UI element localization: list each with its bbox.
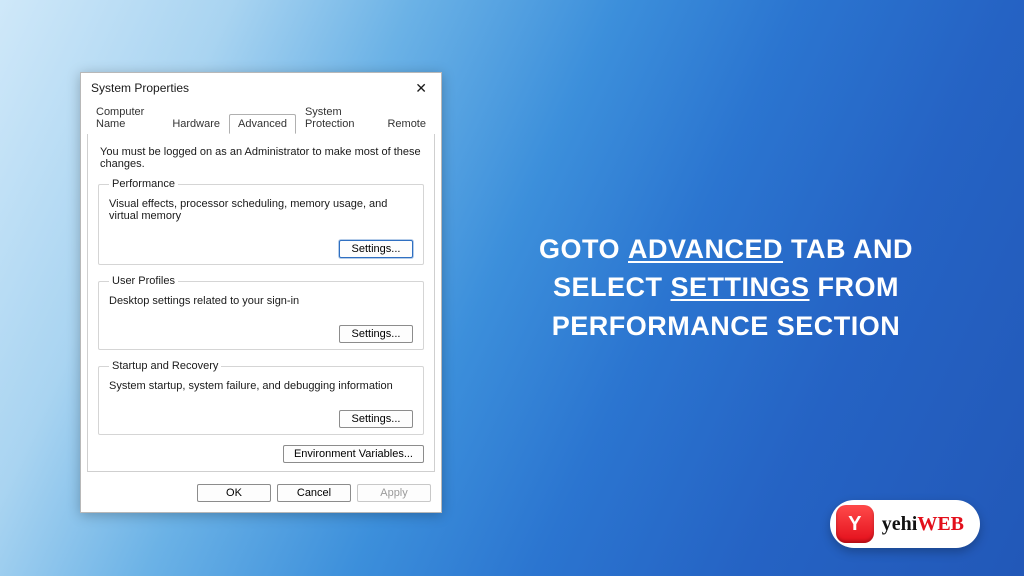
close-icon[interactable]: ✕	[409, 79, 433, 97]
instruction-underline-advanced: ADVANCED	[628, 234, 783, 264]
tab-advanced[interactable]: Advanced	[229, 114, 296, 134]
brand-logo: Y yehiWEB	[830, 500, 980, 548]
user-profiles-desc: Desktop settings related to your sign-in	[109, 295, 413, 307]
performance-legend: Performance	[109, 178, 178, 190]
performance-settings-button[interactable]: Settings...	[339, 240, 413, 258]
startup-recovery-settings-button[interactable]: Settings...	[339, 410, 413, 428]
ok-button[interactable]: OK	[197, 484, 271, 502]
system-properties-dialog: System Properties ✕ Computer Name Hardwa…	[80, 72, 442, 513]
brand-word-yehi: yehi	[882, 513, 918, 535]
performance-group: Performance Visual effects, processor sc…	[98, 178, 424, 265]
tab-strip: Computer Name Hardware Advanced System P…	[81, 101, 441, 133]
instruction-line-3: PERFORMANCE SECTION	[498, 307, 954, 345]
environment-variables-button[interactable]: Environment Variables...	[283, 445, 424, 463]
startup-recovery-group: Startup and Recovery System startup, sys…	[98, 360, 424, 435]
instruction-pre-1: GOTO	[539, 234, 628, 264]
tab-computer-name[interactable]: Computer Name	[87, 102, 163, 134]
instruction-post-1: TAB AND	[783, 234, 913, 264]
cancel-button[interactable]: Cancel	[277, 484, 351, 502]
instruction-underline-settings: SETTINGS	[671, 272, 810, 302]
dialog-action-bar: OK Cancel Apply	[81, 478, 441, 512]
tab-hardware[interactable]: Hardware	[163, 114, 229, 134]
apply-button[interactable]: Apply	[357, 484, 431, 502]
user-profiles-settings-button[interactable]: Settings...	[339, 325, 413, 343]
brand-badge-icon: Y	[836, 505, 874, 543]
instruction-post-2: FROM	[810, 272, 900, 302]
tab-system-protection[interactable]: System Protection	[296, 102, 379, 134]
user-profiles-group: User Profiles Desktop settings related t…	[98, 275, 424, 350]
instruction-text: GOTO ADVANCED TAB AND SELECT SETTINGS FR…	[498, 230, 954, 345]
brand-wordmark: yehiWEB	[882, 513, 964, 536]
startup-recovery-legend: Startup and Recovery	[109, 360, 221, 372]
admin-note: You must be logged on as an Administrato…	[100, 146, 422, 170]
startup-recovery-desc: System startup, system failure, and debu…	[109, 380, 413, 392]
performance-desc: Visual effects, processor scheduling, me…	[109, 198, 413, 222]
titlebar: System Properties ✕	[81, 73, 441, 101]
instruction-pre-2: SELECT	[553, 272, 671, 302]
advanced-tab-body: You must be logged on as an Administrato…	[87, 133, 435, 472]
brand-word-web: WEB	[917, 513, 964, 535]
dialog-title: System Properties	[91, 81, 189, 95]
tab-remote[interactable]: Remote	[378, 114, 435, 134]
user-profiles-legend: User Profiles	[109, 275, 178, 287]
